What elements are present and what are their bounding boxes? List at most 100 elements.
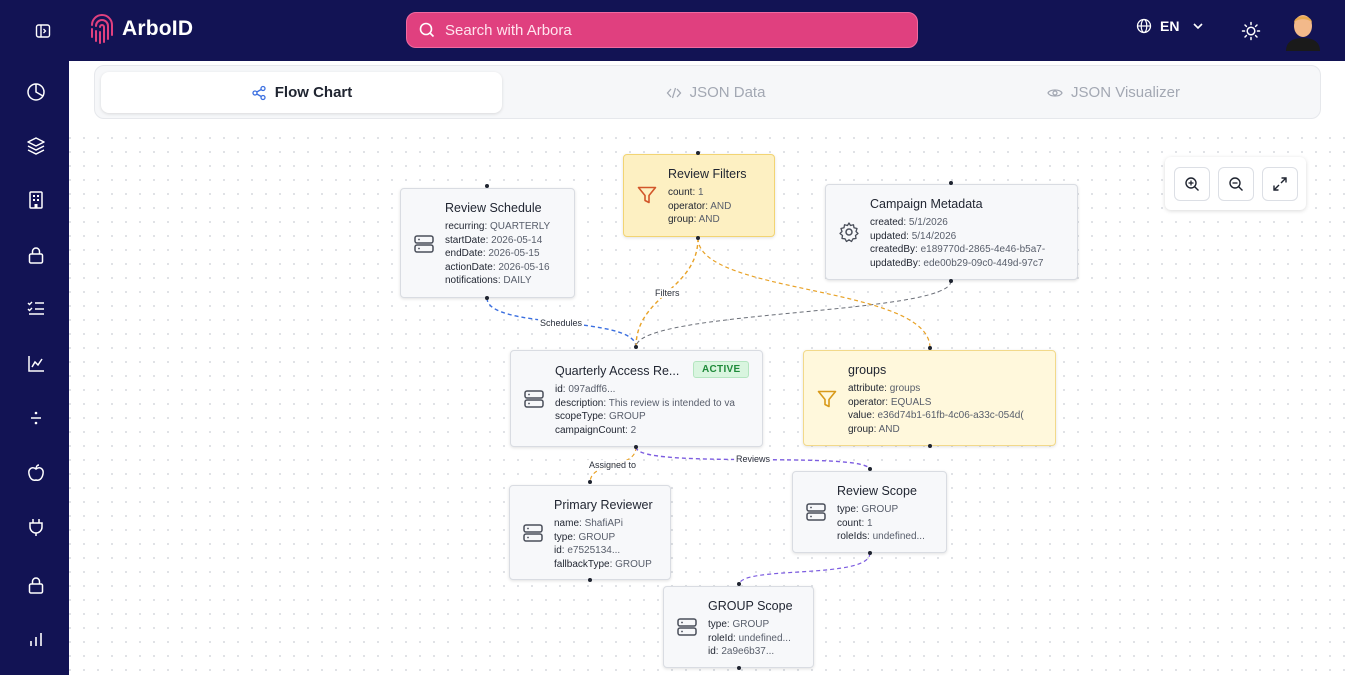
node-field: endDate: 2026-05-15: [445, 248, 540, 259]
edge-label-assigned-to: Assigned to: [587, 460, 639, 470]
server-icon: [806, 503, 826, 521]
language-code: EN: [1160, 18, 1180, 34]
node-review-scope[interactable]: Review Scope type: GROUP count: 1 roleId…: [792, 471, 947, 553]
node-field: roleIds: undefined...: [837, 531, 925, 542]
node-field: type: GROUP: [554, 531, 616, 543]
search-input[interactable]: [445, 21, 885, 39]
bar-chart-icon[interactable]: [22, 625, 50, 653]
handle-dot[interactable]: [634, 445, 638, 449]
sun-icon[interactable]: [1240, 20, 1262, 42]
app-name: ArboID: [122, 17, 194, 40]
handle-dot[interactable]: [485, 296, 489, 300]
edge-label-reviews: Reviews: [734, 454, 773, 464]
node-access-review[interactable]: Quarterly Access Re... ACTIVE id: 097adf…: [510, 350, 763, 447]
node-group-scope[interactable]: GROUP Scope type: GROUP roleId: undefine…: [663, 586, 814, 668]
line-chart-icon[interactable]: [22, 350, 50, 378]
server-icon: [524, 390, 544, 408]
zoom-in-icon: [1185, 177, 1199, 191]
handle-dot[interactable]: [928, 444, 932, 448]
node-field: createdBy: e189770d-2865-4e46-b5a7-: [870, 244, 1046, 255]
handle-dot[interactable]: [868, 551, 872, 555]
edge-label-schedules: Schedules: [538, 318, 585, 328]
tab-json-visualizer-label: JSON Visualizer: [1071, 84, 1180, 101]
server-icon: [414, 235, 434, 253]
node-field: group: AND: [668, 214, 720, 225]
edge-label-filters: Filters: [653, 288, 682, 298]
tab-json-data[interactable]: JSON Data: [515, 72, 916, 113]
node-fields: type: GROUP count: 1 roleIds: undefined.…: [837, 503, 942, 544]
node-title: GROUP Scope: [708, 599, 793, 613]
fullscreen-icon: [1273, 177, 1287, 191]
tab-json-data-label: JSON Data: [689, 84, 766, 101]
handle-dot[interactable]: [485, 184, 489, 188]
node-field: scopeType: GROUP: [555, 411, 646, 422]
tab-flow-chart[interactable]: Flow Chart: [101, 72, 502, 113]
node-primary-reviewer[interactable]: Primary Reviewer name: ShafiAPi type: GR…: [509, 485, 671, 580]
handle-dot[interactable]: [949, 181, 953, 185]
edge-scope-group: [738, 552, 871, 586]
lock-icon[interactable]: [22, 241, 50, 269]
node-field: updated: 5/14/2026: [870, 230, 957, 242]
node-field: startDate: 2026-05-14: [445, 234, 543, 246]
search-bar[interactable]: [406, 12, 918, 48]
chevron-down-icon: [1193, 23, 1204, 30]
node-field: id: e7525134...: [554, 545, 621, 556]
search-icon: [419, 22, 435, 38]
node-review-filters[interactable]: Review Filters count: 1 operator: AND gr…: [623, 154, 775, 237]
checklist-icon[interactable]: [22, 294, 50, 322]
node-campaign-metadata[interactable]: Campaign Metadata created: 5/1/2026 upda…: [825, 184, 1078, 280]
handle-dot[interactable]: [949, 279, 953, 283]
node-fields: created: 5/1/2026 updated: 5/14/2026 cre…: [870, 216, 1066, 270]
zoom-out-icon: [1229, 177, 1243, 191]
node-fields: count: 1 operator: AND group: AND: [668, 186, 768, 227]
node-fields: id: 097adff6... description: This review…: [555, 383, 750, 437]
node-field: roleId: undefined...: [708, 632, 791, 644]
divide-icon[interactable]: [22, 404, 50, 432]
code-icon: [666, 87, 681, 98]
sidebar: [0, 61, 69, 675]
node-title: groups: [848, 363, 887, 377]
app-logo[interactable]: ArboID: [88, 13, 193, 45]
node-field: group: AND: [848, 423, 900, 435]
user-avatar[interactable]: [1284, 9, 1322, 51]
handle-dot[interactable]: [588, 480, 592, 484]
filter-icon: [817, 390, 837, 408]
globe-icon: [1136, 18, 1152, 34]
apple-icon[interactable]: [22, 459, 50, 487]
share-icon: [252, 85, 266, 100]
language-selector[interactable]: EN: [1136, 18, 1205, 34]
node-fields: type: GROUP roleId: undefined... id: 2a9…: [708, 618, 808, 659]
handle-dot[interactable]: [868, 467, 872, 471]
tab-json-visualizer[interactable]: JSON Visualizer: [913, 72, 1314, 113]
node-groups[interactable]: groups attribute: groups operator: EQUAL…: [803, 350, 1056, 446]
zoom-out-button[interactable]: [1218, 167, 1254, 201]
sidebar-toggle-icon[interactable]: [30, 18, 56, 44]
plug-icon[interactable]: [22, 513, 50, 541]
node-field: actionDate: 2026-05-16: [445, 261, 550, 273]
node-field: fallbackType: GROUP: [554, 558, 652, 570]
view-tabs: Flow Chart JSON Data JSON Visualizer: [94, 65, 1321, 119]
node-fields: name: ShafiAPi type: GROUP id: e7525134.…: [554, 517, 666, 571]
pie-chart-icon[interactable]: [22, 78, 50, 106]
zoom-in-button[interactable]: [1174, 167, 1210, 201]
lock-icon[interactable]: [22, 571, 50, 599]
handle-dot[interactable]: [737, 666, 741, 670]
node-field: campaignCount: 2: [555, 424, 637, 436]
handle-dot[interactable]: [696, 236, 700, 240]
layers-icon[interactable]: [22, 132, 50, 160]
node-review-schedule[interactable]: Review Schedule recurring: QUARTERLY sta…: [400, 188, 575, 298]
node-field: created: 5/1/2026: [870, 217, 948, 228]
fullscreen-button[interactable]: [1262, 167, 1298, 201]
node-field: operator: AND: [668, 200, 732, 212]
flow-chart-canvas[interactable]: Schedules Filters Assigned to Reviews Re…: [69, 125, 1345, 675]
node-field: operator: EQUALS: [848, 396, 932, 408]
handle-dot[interactable]: [696, 151, 700, 155]
building-icon[interactable]: [22, 186, 50, 214]
node-fields: attribute: groups operator: EQUALS value…: [848, 382, 1044, 436]
node-field: updatedBy: ede00b29-09c0-449d-97c7: [870, 257, 1044, 269]
node-fields: recurring: QUARTERLY startDate: 2026-05-…: [445, 220, 570, 288]
handle-dot[interactable]: [634, 345, 638, 349]
handle-dot[interactable]: [737, 582, 741, 586]
handle-dot[interactable]: [588, 578, 592, 582]
handle-dot[interactable]: [928, 346, 932, 350]
